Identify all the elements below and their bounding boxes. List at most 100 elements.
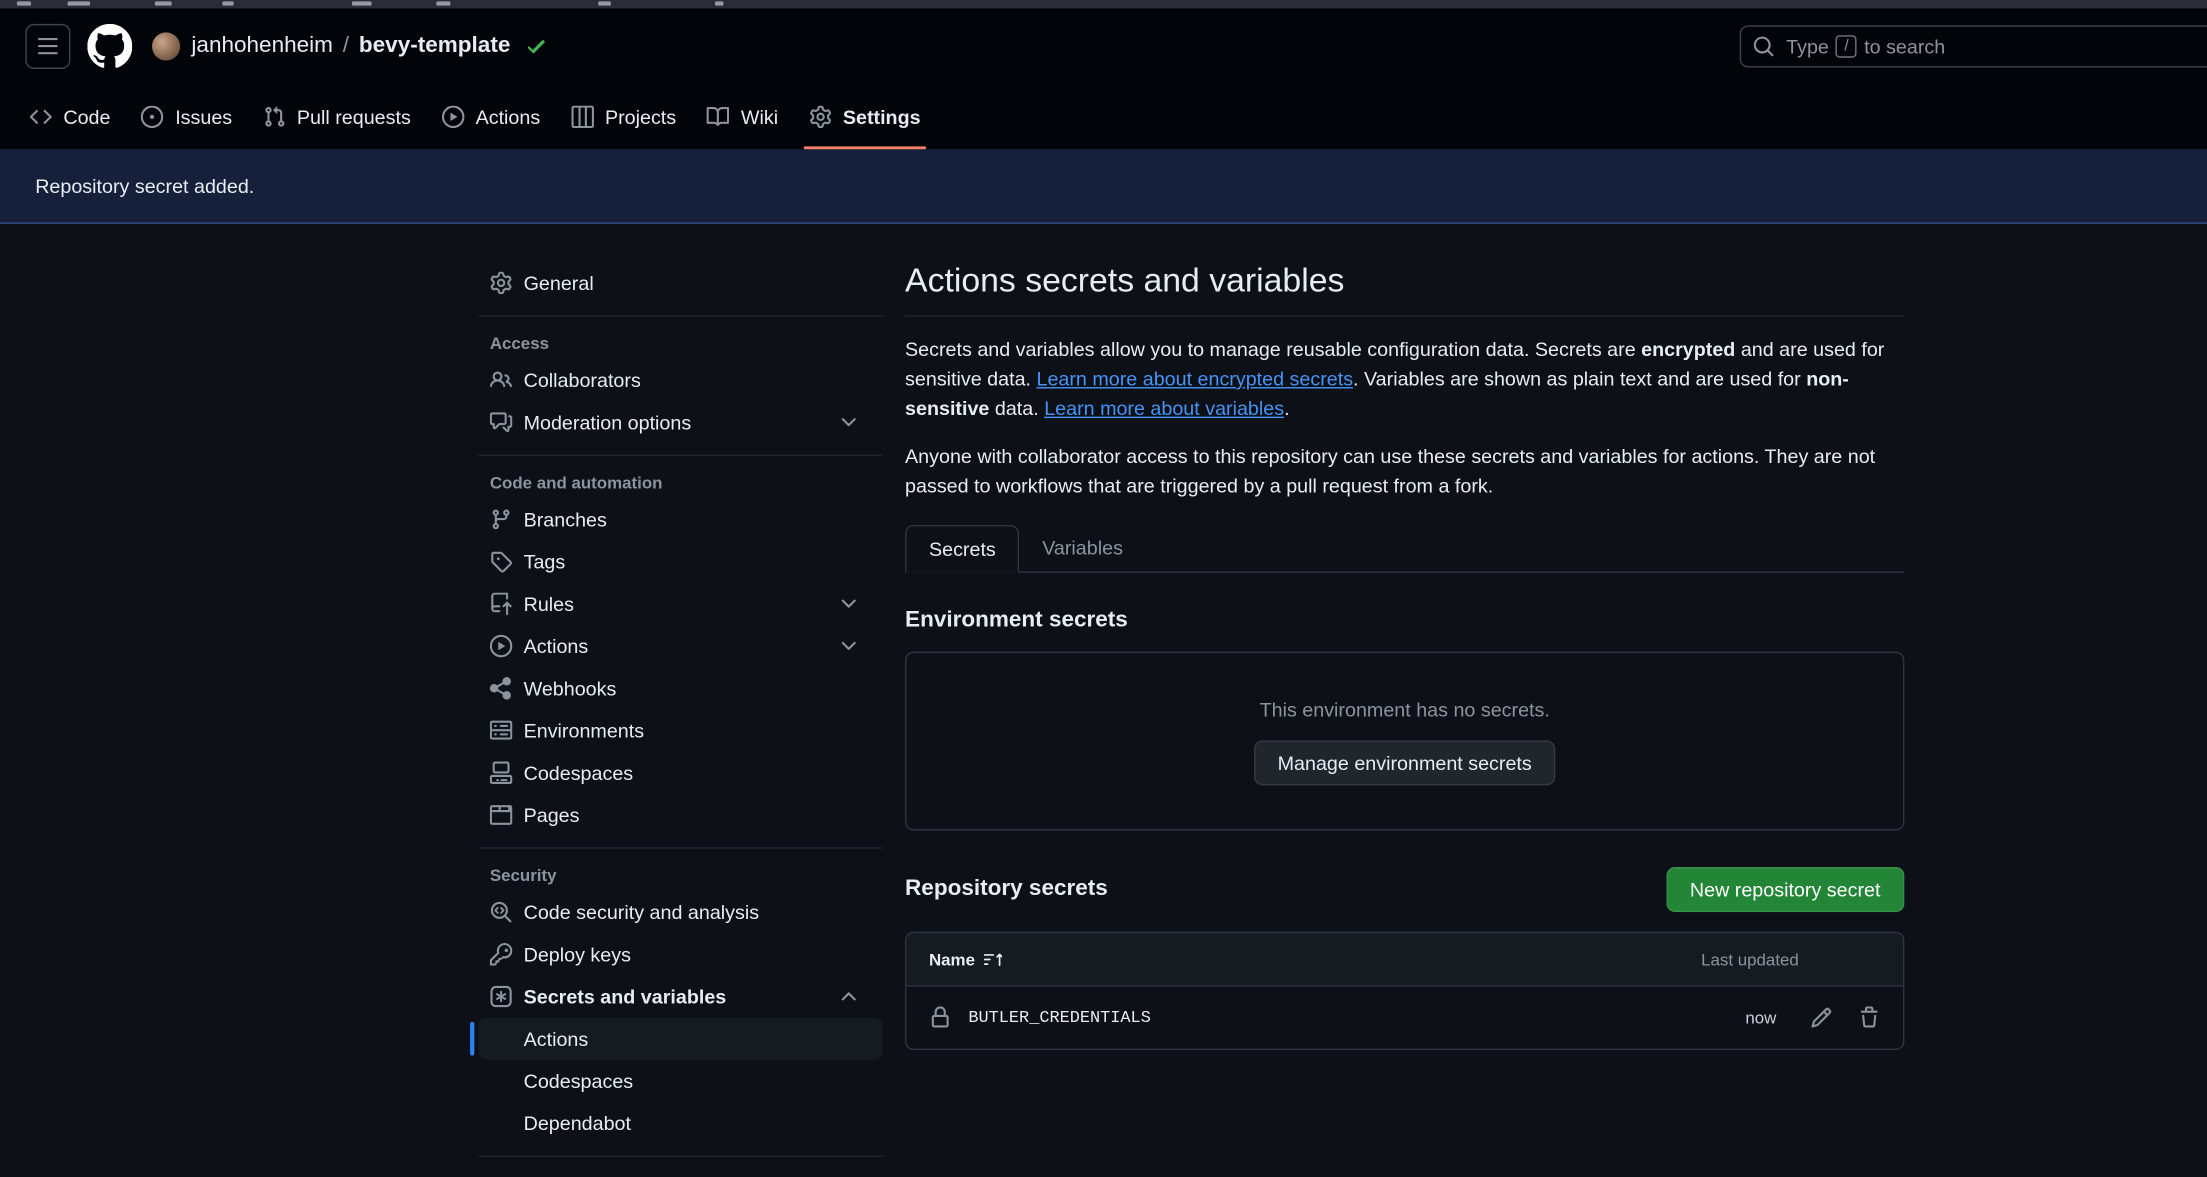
sidebar-item-label: Webhooks — [524, 677, 872, 700]
sidebar-item-environments[interactable]: Environments — [479, 709, 883, 751]
github-logo[interactable] — [87, 24, 132, 69]
global-nav-menu-button[interactable] — [25, 24, 70, 69]
search-input[interactable]: Type / to search — [1740, 25, 2207, 67]
column-name-sort[interactable]: Name — [929, 949, 1002, 969]
sidebar-item-branches[interactable]: Branches — [479, 498, 883, 540]
tab-actions[interactable]: Actions — [431, 84, 552, 149]
issue-opened-icon — [141, 106, 164, 129]
tab-text-fragment — [715, 1, 723, 5]
sidebar-item-collaborators[interactable]: Collaborators — [479, 359, 883, 401]
tab-text-fragment — [17, 1, 31, 5]
new-repository-secret-button[interactable]: New repository secret — [1666, 867, 1904, 912]
tab-text-fragment — [155, 1, 172, 5]
sidebar-item-codespaces[interactable]: Codespaces — [479, 752, 883, 794]
sidebar-item-moderation-options[interactable]: Moderation options — [479, 401, 883, 443]
sidebar-item-label: Environments — [524, 719, 872, 742]
chevron-down-icon — [837, 635, 860, 658]
repo-nav-tabs: Code Issues Pull requests Actions Projec… — [0, 84, 2207, 149]
sidebar-item-pages[interactable]: Pages — [479, 794, 883, 836]
sidebar-item-label: Actions — [524, 635, 838, 658]
sidebar-section-security: Security — [479, 860, 883, 891]
sidebar-subitem-actions-secrets[interactable]: Actions — [479, 1018, 883, 1060]
tab-label: Projects — [605, 106, 676, 129]
tab-secrets[interactable]: Secrets — [905, 525, 1020, 573]
collaborator-note: Anyone with collaborator access to this … — [905, 442, 1904, 501]
search-icon — [1752, 35, 1775, 58]
sidebar-item-webhooks[interactable]: Webhooks — [479, 667, 883, 709]
sidebar-item-label: Secrets and variables — [524, 985, 838, 1008]
sidebar-item-secrets-and-variables[interactable]: Secrets and variables — [479, 975, 883, 1017]
sidebar-item-label: General — [524, 272, 872, 295]
sidebar-item-rules[interactable]: Rules — [479, 583, 883, 625]
browser-icon — [490, 804, 513, 827]
sidebar-section-code-and-automation: Code and automation — [479, 467, 883, 498]
tab-settings[interactable]: Settings — [798, 84, 932, 149]
sidebar-item-label: Deploy keys — [524, 943, 872, 966]
table-row: BUTLER_CREDENTIALS now — [906, 987, 1903, 1049]
tab-pull-requests[interactable]: Pull requests — [252, 84, 422, 149]
intro-text: . — [1284, 397, 1289, 420]
tab-issues[interactable]: Issues — [130, 84, 243, 149]
table-header-row: Name Last updated — [906, 933, 1903, 986]
sidebar-item-label: Tags — [524, 550, 872, 573]
key-icon — [490, 943, 513, 966]
sidebar-divider — [479, 847, 883, 848]
sidebar-item-label: Moderation options — [524, 411, 838, 434]
rules-icon — [490, 593, 513, 616]
sidebar-item-label: Branches — [524, 508, 872, 531]
repository-secrets-table: Name Last updated BUTLER_CREDENTIALS now — [905, 932, 1904, 1050]
sidebar-item-label: Collaborators — [524, 369, 872, 392]
breadcrumb-owner-link[interactable]: janhohenheim — [191, 34, 333, 59]
sidebar-subitem-dependabot-secrets[interactable]: Dependabot — [479, 1102, 883, 1144]
tab-variables[interactable]: Variables — [1020, 525, 1146, 571]
code-icon — [30, 106, 53, 129]
sidebar-item-label: Actions — [524, 1027, 872, 1050]
tab-label: Wiki — [741, 106, 778, 129]
slash-key-hint: / — [1836, 35, 1857, 58]
webhook-icon — [490, 677, 513, 700]
intro-text: . Variables are shown as plain text and … — [1353, 367, 1806, 390]
environment-empty-message: This environment has no secrets. — [1260, 697, 1550, 720]
server-icon — [490, 719, 513, 742]
sidebar-item-label: Pages — [524, 804, 872, 827]
sidebar-divider — [479, 455, 883, 456]
edit-secret-button[interactable] — [1810, 1006, 1833, 1029]
sidebar-item-tags[interactable]: Tags — [479, 540, 883, 582]
delete-secret-button[interactable] — [1858, 1006, 1881, 1029]
repo-owner-avatar[interactable] — [152, 32, 180, 60]
people-icon — [490, 369, 513, 392]
tab-projects[interactable]: Projects — [560, 84, 687, 149]
sidebar-item-label: Rules — [524, 593, 838, 616]
sidebar-item-general[interactable]: General — [479, 262, 883, 304]
tab-text-fragment — [222, 1, 233, 5]
settings-content: General Access Collaborators Moderation … — [0, 224, 2207, 1168]
search-placeholder-prefix: Type — [1786, 35, 1829, 58]
play-icon — [490, 635, 513, 658]
sidebar-item-deploy-keys[interactable]: Deploy keys — [479, 933, 883, 975]
pencil-icon — [1810, 1006, 1833, 1029]
sidebar-item-code-security[interactable]: Code security and analysis — [479, 891, 883, 933]
column-last-updated: Last updated — [1701, 949, 1799, 969]
github-mark-icon — [87, 24, 132, 69]
column-name-label: Name — [929, 949, 975, 969]
book-icon — [707, 106, 730, 129]
variables-link[interactable]: Learn more about variables — [1044, 397, 1284, 420]
sidebar-item-actions[interactable]: Actions — [479, 625, 883, 667]
secret-asterisk-icon — [490, 985, 513, 1008]
sidebar-item-label: Code security and analysis — [524, 901, 872, 924]
tab-wiki[interactable]: Wiki — [696, 84, 790, 149]
chevron-down-icon — [837, 411, 860, 434]
github-settings-page: janhohenheim / bevy-template Type / to s… — [0, 0, 2207, 1177]
encrypted-secrets-link[interactable]: Learn more about encrypted secrets — [1036, 367, 1353, 390]
tab-label: Code — [63, 106, 110, 129]
manage-environment-secrets-button[interactable]: Manage environment secrets — [1254, 740, 1556, 785]
secret-last-updated: now — [1745, 1008, 1776, 1028]
search-placeholder-suffix: to search — [1864, 35, 1945, 58]
tab-text-fragment — [352, 1, 372, 5]
intro-paragraph: Secrets and variables allow you to manag… — [905, 335, 1904, 424]
sidebar-subitem-codespaces-secrets[interactable]: Codespaces — [479, 1060, 883, 1102]
page-title: Actions secrets and variables — [905, 262, 1904, 317]
tab-code[interactable]: Code — [18, 84, 121, 149]
tab-text-fragment — [68, 1, 91, 5]
breadcrumb-repo-link[interactable]: bevy-template — [359, 34, 510, 59]
